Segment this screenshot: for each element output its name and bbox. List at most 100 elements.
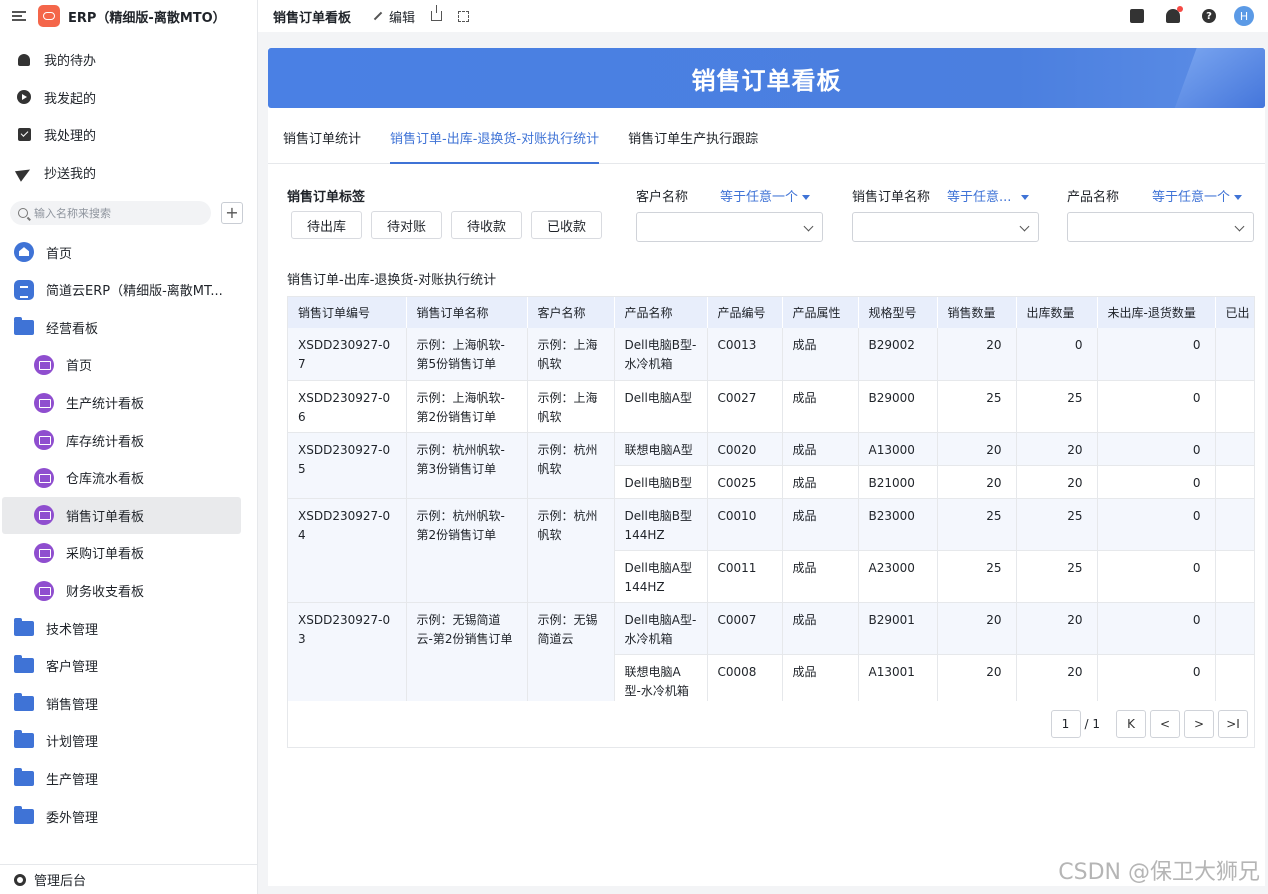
order-name-cell: 示例：无锡简道云-第2份销售订单	[406, 602, 528, 707]
tag-pending-receipt-button[interactable]: 待收款	[451, 211, 522, 239]
folder-icon	[14, 316, 34, 335]
tree-item-app[interactable]: 简道云ERP（精细版-离散MT...	[0, 271, 257, 309]
column-header[interactable]: 销售数量	[937, 297, 1017, 328]
column-header[interactable]: 未出库-退货数量	[1097, 297, 1216, 328]
tree-item-inventory-board[interactable]: 库存统计看板	[0, 421, 257, 459]
caret-down-icon	[1021, 195, 1030, 200]
product-attr-cell: 成品	[782, 380, 859, 433]
nav-item-todo[interactable]: 我的待办	[0, 41, 257, 79]
banner-title: 销售订单看板	[691, 66, 842, 95]
tree-item-sales-board[interactable]: 销售订单看板	[2, 496, 241, 535]
order-op-label: 等于任意...	[947, 190, 1012, 205]
column-header[interactable]: 销售订单名称	[406, 297, 528, 328]
product-attr-cell: 成品	[782, 602, 859, 655]
share-button[interactable]	[431, 5, 443, 21]
product-code-cell: C0027	[707, 380, 783, 433]
avatar[interactable]: H	[1234, 6, 1254, 26]
tree-item-outsourcing[interactable]: 委外管理	[0, 797, 257, 835]
next-page-button[interactable]: >	[1184, 710, 1214, 738]
customer-filter-operator[interactable]: 等于任意一个	[720, 186, 811, 205]
tree-item-label: 采购订单看板	[66, 547, 145, 563]
search-box[interactable]	[10, 201, 211, 226]
column-header[interactable]: 客户名称	[527, 297, 615, 328]
tab-production-tracking[interactable]: 销售订单生产执行跟踪	[628, 107, 758, 163]
truncated-cell	[1215, 328, 1254, 381]
product-op-label: 等于任意一个	[1152, 190, 1231, 205]
tree-item-plan[interactable]: 计划管理	[0, 722, 257, 760]
column-header[interactable]: 已出	[1215, 297, 1254, 328]
fullscreen-button[interactable]	[458, 10, 470, 22]
table-row: XSDD230927-07 示例：上海帆软-第5份销售订单 示例：上海帆软 De…	[288, 328, 1254, 381]
truncated-cell	[1215, 602, 1254, 655]
execution-table: 销售订单编号 销售订单名称 客户名称 产品名称 产品编号 产品属性 规格型号 销…	[287, 296, 1255, 748]
column-header[interactable]: 产品名称	[614, 297, 708, 328]
tag-pending-outbound-button[interactable]: 待出库	[291, 211, 362, 239]
outbound-qty-cell: 25	[1016, 380, 1098, 433]
tree-item-customer[interactable]: 客户管理	[0, 647, 257, 685]
prev-page-button[interactable]: <	[1150, 710, 1180, 738]
sales-qty-cell: 20	[937, 465, 1017, 499]
data-table: 销售订单编号 销售订单名称 客户名称 产品名称 产品编号 产品属性 规格型号 销…	[288, 297, 1254, 707]
search-input[interactable]	[34, 206, 184, 220]
customer-op-label: 等于任意一个	[720, 190, 799, 205]
tree-item-label: 仓库流水看板	[66, 472, 145, 488]
tree-item-label: 生产统计看板	[66, 397, 145, 413]
tree-item-warehouse-board[interactable]: 仓库流水看板	[0, 459, 257, 497]
tree-item-sales[interactable]: 销售管理	[0, 685, 257, 723]
pencil-icon	[373, 11, 383, 21]
menu-toggle-icon[interactable]	[12, 11, 26, 21]
tab-execution-stats[interactable]: 销售订单-出库-退换货-对账执行统计	[390, 107, 600, 164]
order-filter-operator[interactable]: 等于任意...	[947, 186, 1030, 205]
tree-item-dashboards[interactable]: 经营看板	[0, 309, 257, 347]
tree-item-production-board[interactable]: 生产统计看板	[0, 384, 257, 422]
admin-console-label: 管理后台	[34, 874, 87, 889]
tree-item-label: 财务收支看板	[66, 585, 145, 601]
sidebar: ERP（精细版-离散MTO） 我的待办 我发起的 我处理的 抄送我的 + 首页 …	[0, 0, 258, 894]
tag-pending-reconcile-button[interactable]: 待对账	[371, 211, 442, 239]
share-icon	[431, 5, 443, 21]
unshipped-return-qty-cell: 0	[1097, 498, 1216, 551]
tree-item-label: 经营看板	[46, 321, 99, 337]
nav-item-cc[interactable]: 抄送我的	[0, 154, 257, 192]
column-header[interactable]: 规格型号	[858, 297, 938, 328]
app-logo	[38, 5, 60, 27]
tag-received-button[interactable]: 已收款	[531, 211, 602, 239]
order-select[interactable]	[852, 212, 1039, 242]
product-cell: Dell电脑A型	[614, 380, 708, 433]
column-header[interactable]: 出库数量	[1016, 297, 1098, 328]
book-icon[interactable]	[1130, 9, 1144, 23]
column-header[interactable]: 产品编号	[707, 297, 783, 328]
notification-icon[interactable]	[1166, 6, 1183, 23]
order-filter-label: 销售订单名称	[852, 190, 931, 205]
add-button[interactable]: +	[221, 202, 243, 225]
tab-order-stats[interactable]: 销售订单统计	[283, 107, 361, 163]
column-header[interactable]: 产品属性	[782, 297, 859, 328]
tree-item-home[interactable]: 首页	[0, 233, 257, 271]
admin-console-link[interactable]: 管理后台	[0, 864, 257, 894]
tree-item-purchase-board[interactable]: 采购订单看板	[0, 534, 257, 572]
product-filter-operator[interactable]: 等于任意一个	[1152, 186, 1243, 205]
nav-item-initiated[interactable]: 我发起的	[0, 79, 257, 117]
customer-select[interactable]	[636, 212, 823, 242]
edit-button[interactable]: 编辑	[373, 7, 415, 26]
tag-filter-label: 销售订单标签	[287, 190, 366, 205]
last-page-button[interactable]: >I	[1218, 710, 1248, 738]
product-select[interactable]	[1067, 212, 1254, 242]
page-number-input[interactable]: 1	[1050, 710, 1081, 738]
help-icon[interactable]: ?	[1202, 9, 1216, 23]
tree-item-label: 库存统计看板	[66, 434, 145, 450]
tree-item-production[interactable]: 生产管理	[0, 760, 257, 798]
edit-label: 编辑	[389, 10, 416, 26]
first-page-button[interactable]: K	[1116, 710, 1146, 738]
column-header[interactable]: 销售订单编号	[288, 297, 407, 328]
unshipped-return-qty-cell: 0	[1097, 602, 1216, 655]
app-title[interactable]: ERP（精细版-离散MTO）	[68, 7, 226, 26]
product-attr-cell: 成品	[782, 432, 859, 466]
tree-item-tech[interactable]: 技术管理	[0, 609, 257, 647]
tree-item-dash-home[interactable]: 首页	[0, 346, 257, 384]
sales-qty-cell: 20	[937, 328, 1017, 381]
table-header-row: 销售订单编号 销售订单名称 客户名称 产品名称 产品编号 产品属性 规格型号 销…	[288, 297, 1254, 328]
nav-item-handled[interactable]: 我处理的	[0, 116, 257, 154]
tree-item-label: 生产管理	[46, 772, 99, 788]
tree-item-finance-board[interactable]: 财务收支看板	[0, 572, 257, 610]
